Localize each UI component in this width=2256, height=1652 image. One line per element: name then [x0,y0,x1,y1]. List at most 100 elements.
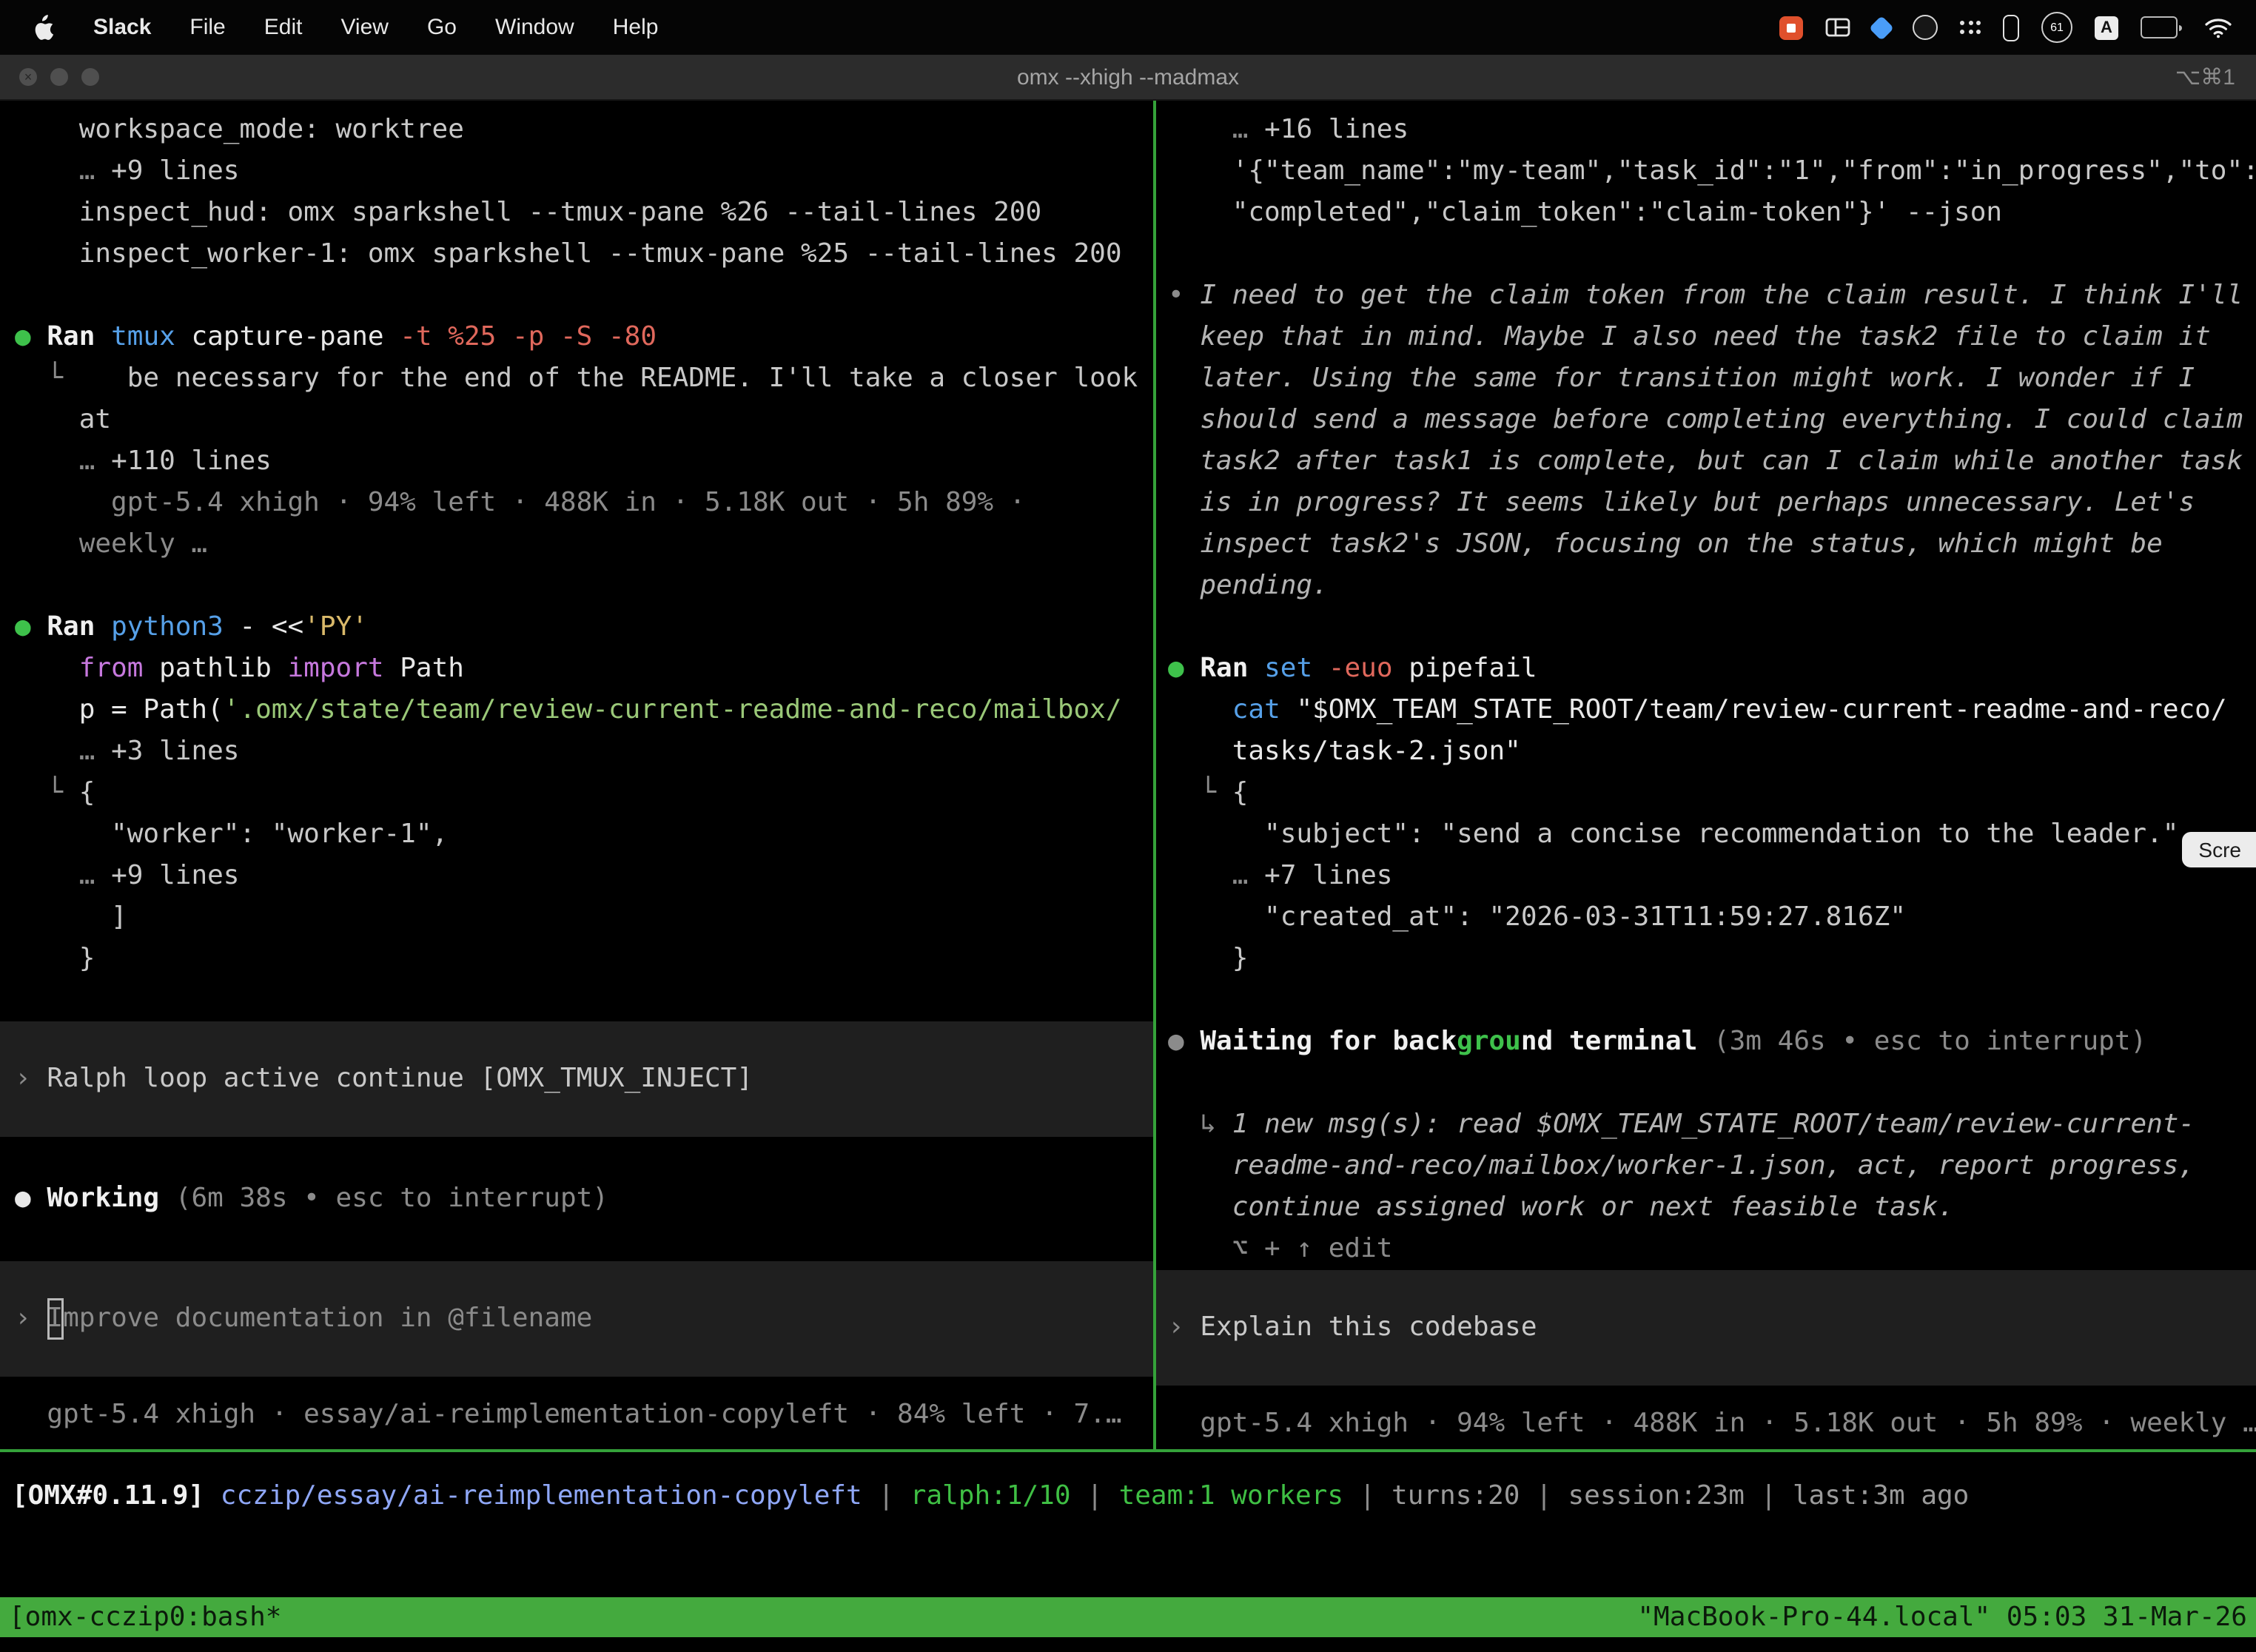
text-segment: +9 lines [111,860,239,891]
text-segment: } [1168,943,1248,974]
text-segment: at [15,404,111,435]
text-segment: 1 new msg(s): read $OMX_TEAM_STATE_ROOT/… [1232,1109,2195,1140]
text-segment: | [1071,1480,1119,1511]
terminal-line: ● Waiting for background terminal (3m 46… [1168,1021,2256,1063]
text-segment: { [79,777,95,808]
screen-recording-indicator-icon[interactable] [1779,16,1803,39]
terminal-line: should send a message before completing … [1168,400,2256,441]
text-segment: … [79,155,111,187]
text-segment: … [79,446,111,477]
menu-app-name[interactable]: Slack [93,15,151,40]
text-segment: (3m 46s • esc to interrupt) [1713,1026,2146,1057]
input-source-icon[interactable]: A [2095,16,2118,39]
raycast-icon[interactable] [1873,19,1890,36]
terminal-line: gpt-5.4 xhigh · essay/ai-reimplementatio… [15,1394,1153,1436]
text-segment: +7 lines [1264,860,1392,891]
text-segment: session:23m [1568,1480,1744,1511]
text-segment: … [1232,860,1264,891]
text-segment: "created_at": "2026-03-31T11:59:27.816Z" [1168,901,1906,933]
app-circle-icon[interactable] [1913,15,1938,40]
dots-grid-icon[interactable] [1960,21,1981,34]
text-segment: I need to get the claim token from the c… [1200,280,2243,311]
text-segment: Ran [47,611,111,642]
tmux-host-clock: "MacBook-Pro-44.local" 05:03 31-Mar-26 [1637,1602,2247,1633]
text-segment: pathlib [159,653,287,684]
blank-line [15,565,1153,607]
terminal-line: ↳ 1 new msg(s): read $OMX_TEAM_STATE_ROO… [1168,1104,2256,1146]
terminal-line: } [15,939,1153,980]
blank-line [1168,607,2256,648]
text-segment: later. Using the same for transition mig… [1168,363,2195,394]
terminal-line: ● Working (6m 38s • esc to interrupt) [15,1178,1153,1220]
text-segment: weekly … [15,528,207,560]
screen: Slack File Edit View Go Window Help 61 A [0,0,2256,1652]
wifi-icon[interactable] [2204,17,2232,38]
battery-percent-circle-icon[interactable]: 61 [2041,12,2072,43]
terminal-line: keep that in mind. Maybe I also need the… [1168,317,2256,358]
text-segment: Explain this codebase [1200,1312,1537,1343]
bottom-gap [0,1637,2256,1652]
terminal-line: └ { [15,773,1153,814]
menu-item-help[interactable]: Help [613,15,659,40]
text-segment: Path [400,653,464,684]
terminal-line: '{"team_name":"my-team","task_id":"1","f… [1168,151,2256,192]
terminal-line: … +110 lines [15,441,1153,483]
terminal-line: pending. [1168,565,2256,607]
menu-item-view[interactable]: View [340,15,389,40]
menu-item-file[interactable]: File [189,15,225,40]
text-segment: last:3m ago [1793,1480,1969,1511]
window-grid-icon[interactable] [1825,18,1850,37]
terminal-line: is in progress? It seems likely but perh… [1168,483,2256,524]
text-segment: +110 lines [111,446,272,477]
text-segment [15,736,79,767]
terminal-line: workspace_mode: worktree [15,110,1153,151]
text-segment: should send a message before completing … [1168,404,2243,435]
text-segment: tasks/task-2.json" [1168,736,1521,767]
menu-item-edit[interactable]: Edit [264,15,303,40]
terminal-pane-left[interactable]: workspace_mode: worktree … +9 lines insp… [0,101,1153,1449]
pill-icon[interactable] [2003,14,2019,41]
text-segment: pending. [1168,570,1329,601]
macos-menu-bar: Slack File Edit View Go Window Help 61 A [0,0,2256,55]
terminal-empty-area [0,1544,2256,1597]
omx-status-line: [OMX#0.11.9] cczip/essay/ai-reimplementa… [0,1452,2256,1544]
text-segment: python3 [111,611,239,642]
tmux-panes: workspace_mode: worktree … +9 lines insp… [0,101,2256,1449]
text-segment: ● [1168,653,1200,684]
text-segment: [OMX#0.11.9] [12,1480,204,1511]
terminal-line: "completed","claim_token":"claim-token"}… [1168,192,2256,234]
menu-item-go[interactable]: Go [427,15,457,40]
battery-percent-value: 61 [2050,21,2064,34]
text-segment: └ [1168,777,1232,808]
text-segment: - << [240,611,304,642]
text-segment: ● [1168,1026,1200,1057]
text-segment: +16 lines [1264,114,1409,145]
text-segment: -euo [1329,653,1409,684]
window-title: omx --xhigh --madmax [0,64,2256,90]
window-title-bar[interactable]: × omx --xhigh --madmax ⌥⌘1 [0,55,2256,101]
text-segment: › [15,1303,47,1334]
battery-icon[interactable] [2141,16,2182,38]
text-segment: tmux [111,321,191,352]
text-segment: gpt-5.4 xhigh · essay/ai-reimplementatio… [15,1399,1122,1430]
text-segment: • [1168,280,1200,311]
menu-bar-left: Slack File Edit View Go Window Help [0,14,658,41]
apple-menu-icon[interactable] [33,14,55,41]
text-segment: { [1232,777,1249,808]
text-segment: set [1264,653,1329,684]
menu-item-window[interactable]: Window [495,15,574,40]
text-segment: readme-and-reco/mailbox/worker-1.json, a… [1168,1150,2195,1181]
prompt-band: › Ralph loop active continue [OMX_TMUX_I… [0,1021,1153,1137]
terminal-line: ● Ran set -euo pipefail [1168,648,2256,690]
prompt-band: › Improve documentation in @filename [0,1261,1153,1377]
text-segment: ⌥ + ↑ edit [1168,1233,1392,1264]
terminal-pane-right[interactable]: … +16 lines '{"team_name":"my-team","tas… [1156,101,2256,1449]
terminal-line: ● Ran tmux capture-pane -t %25 -p -S -80 [15,317,1153,358]
text-segment [204,1480,221,1511]
terminal-line: … +9 lines [15,856,1153,897]
terminal-line: "worker": "worker-1", [15,814,1153,856]
text-segment: └ [15,363,127,394]
text-segment: (6m 38s • esc to interrupt) [175,1183,608,1214]
text-segment: cat [1232,694,1297,725]
terminal-line: inspect task2's JSON, focusing on the st… [1168,524,2256,565]
